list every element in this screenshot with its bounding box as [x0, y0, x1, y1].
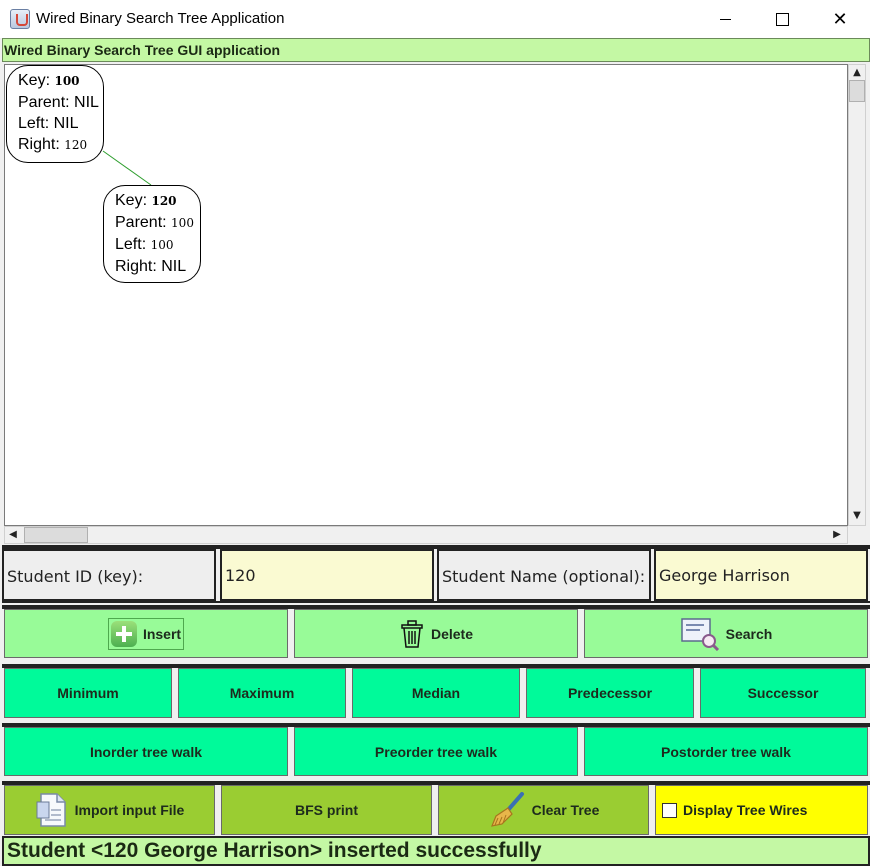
successor-button[interactable]: Successor — [700, 668, 866, 718]
node-key-value: 120 — [151, 194, 177, 208]
tree-wire-100-120 — [102, 150, 152, 186]
minimum-button[interactable]: Minimum — [4, 668, 172, 718]
node-key-label: Key: — [18, 72, 51, 89]
node-left-value: 100 — [150, 238, 174, 252]
student-name-label: Student Name (optional): — [437, 549, 651, 601]
plus-icon — [110, 620, 137, 647]
insert-button-focus: Insert — [107, 617, 185, 650]
clear-tree-label: Clear Tree — [531, 802, 600, 818]
node-parent-label: Parent: — [18, 94, 70, 111]
node-key-value: 100 — [54, 74, 80, 88]
document-icon — [36, 793, 66, 827]
node-parent-row: Parent: NIL — [18, 92, 103, 113]
search-icon — [680, 617, 719, 651]
tree-node-120[interactable]: Key: 120 Parent: 100 Left: 100 Right: NI… — [103, 185, 201, 283]
node-right-row: Right: NIL — [115, 256, 200, 277]
node-left-value: NIL — [53, 115, 79, 132]
node-left-label: Left: — [18, 115, 50, 132]
student-id-input[interactable]: 120 — [220, 549, 434, 601]
student-name-input[interactable]: George Harrison — [654, 549, 868, 601]
delete-label: Delete — [430, 625, 474, 642]
maximize-button[interactable] — [753, 0, 811, 38]
node-parent-value: NIL — [74, 94, 99, 111]
insert-button[interactable]: Insert — [4, 609, 288, 658]
node-left-label: Left: — [115, 236, 147, 253]
node-right-label: Right: — [115, 258, 157, 275]
vertical-scrollbar[interactable]: ▲ ▼ — [848, 64, 866, 526]
student-id-label: Student ID (key): — [2, 549, 216, 601]
search-button[interactable]: Search — [584, 609, 868, 658]
node-right-row: Right: 120 — [18, 134, 103, 156]
divider — [2, 601, 870, 603]
import-file-label: Import input File — [74, 802, 185, 818]
median-button[interactable]: Median — [352, 668, 520, 718]
horizontal-scrollbar[interactable]: ◀ ▶ — [4, 526, 848, 544]
java-app-icon — [10, 9, 30, 29]
minimize-button[interactable] — [696, 0, 754, 38]
display-wires-toggle[interactable]: Display Tree Wires — [655, 785, 868, 835]
display-wires-checkbox[interactable] — [662, 802, 677, 818]
node-right-label: Right: — [18, 136, 60, 153]
trash-icon — [401, 619, 423, 648]
scroll-left-arrow-icon[interactable]: ◀ — [5, 527, 21, 543]
predecessor-button[interactable]: Predecessor — [526, 668, 694, 718]
vertical-scroll-thumb[interactable] — [849, 80, 865, 102]
node-key-row: Key: 100 — [18, 70, 103, 92]
node-left-row: Left: 100 — [115, 234, 200, 256]
node-key-label: Key: — [115, 192, 148, 209]
delete-button[interactable]: Delete — [294, 609, 578, 658]
insert-label: Insert — [142, 625, 182, 642]
node-left-row: Left: NIL — [18, 113, 103, 134]
app-header: Wired Binary Search Tree GUI application — [2, 38, 870, 62]
node-key-row: Key: 120 — [115, 190, 200, 212]
bfs-print-button[interactable]: BFS print — [221, 785, 432, 835]
preorder-walk-button[interactable]: Preorder tree walk — [294, 727, 578, 776]
node-parent-value: 100 — [171, 216, 194, 230]
postorder-walk-button[interactable]: Postorder tree walk — [584, 727, 868, 776]
scroll-down-arrow-icon[interactable]: ▼ — [849, 508, 865, 524]
maximum-button[interactable]: Maximum — [178, 668, 346, 718]
window-title: Wired Binary Search Tree Application — [36, 10, 285, 27]
status-message: Student <120 George Harrison> inserted s… — [2, 836, 870, 866]
broom-icon — [490, 792, 524, 827]
inorder-walk-button[interactable]: Inorder tree walk — [4, 727, 288, 776]
tree-canvas[interactable]: Key: 100 Parent: NIL Left: NIL Right: 12… — [4, 64, 848, 526]
search-label: Search — [725, 625, 773, 642]
horizontal-scroll-thumb[interactable] — [24, 527, 88, 543]
scroll-right-arrow-icon[interactable]: ▶ — [829, 527, 845, 543]
node-parent-row: Parent: 100 — [115, 212, 200, 234]
tree-wires — [102, 150, 152, 186]
node-parent-label: Parent: — [115, 214, 167, 231]
clear-tree-button[interactable]: Clear Tree — [438, 785, 649, 835]
scroll-up-arrow-icon[interactable]: ▲ — [849, 65, 865, 81]
display-wires-label: Display Tree Wires — [683, 802, 808, 818]
node-right-value: 120 — [64, 138, 88, 152]
import-file-button[interactable]: Import input File — [4, 785, 215, 835]
tree-node-100[interactable]: Key: 100 Parent: NIL Left: NIL Right: 12… — [6, 65, 104, 163]
node-right-value: NIL — [161, 258, 187, 275]
close-button[interactable]: ✕ — [811, 0, 869, 38]
